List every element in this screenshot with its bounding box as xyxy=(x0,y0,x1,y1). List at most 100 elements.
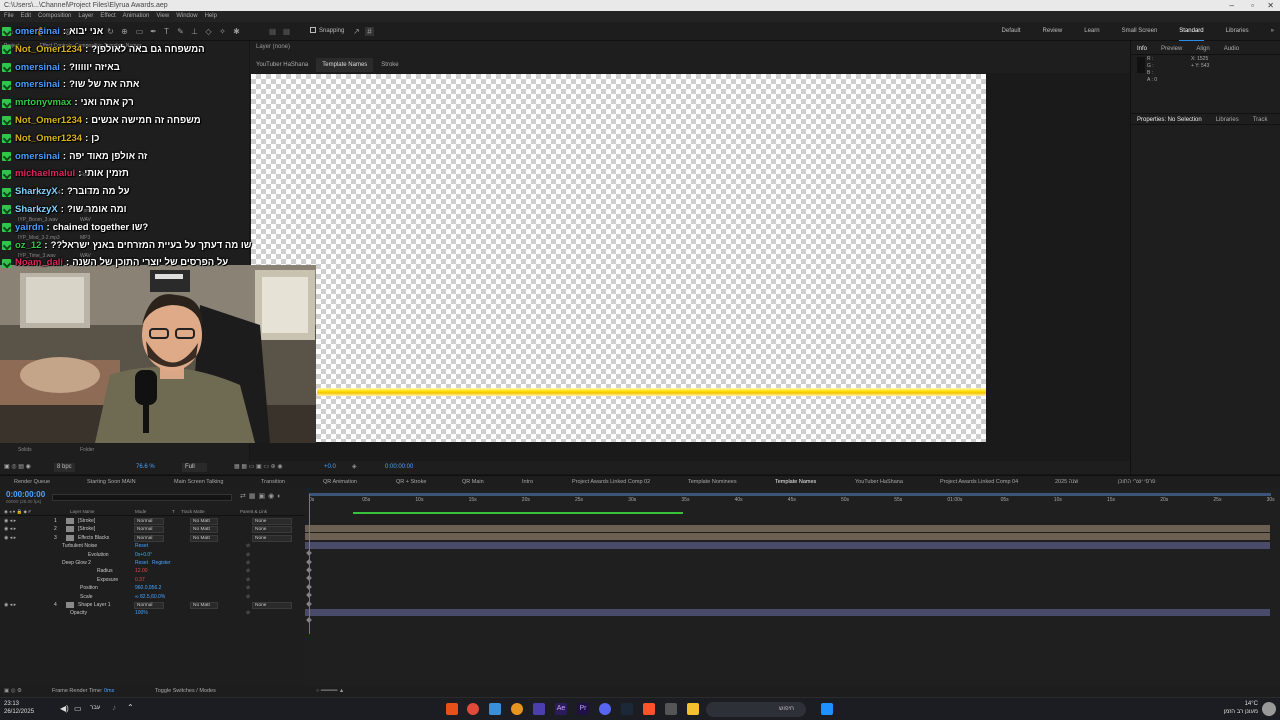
playhead[interactable] xyxy=(309,494,310,634)
pick-whip-icon[interactable]: ⊘ xyxy=(246,593,250,601)
pick-whip-icon[interactable]: ⊘ xyxy=(246,542,250,550)
workspace-small-screen[interactable]: Small Screen xyxy=(1122,22,1158,41)
col-track-matte[interactable]: Track Matte xyxy=(181,508,205,516)
comp-tab-stroke[interactable]: Stroke xyxy=(375,58,404,72)
pick-whip-icon[interactable]: ⊘ xyxy=(246,559,250,567)
property-value[interactable]: Reset xyxy=(135,559,148,567)
col-mode[interactable]: Mode xyxy=(135,508,146,516)
tab-tracker[interactable]: Track xyxy=(1253,114,1268,124)
track-matte-select[interactable]: No Matt xyxy=(190,602,218,609)
language-indicator[interactable]: עבר xyxy=(90,705,100,711)
app-icon-1[interactable] xyxy=(446,703,458,715)
blend-mode-select[interactable]: Normal xyxy=(134,534,164,542)
layer-duration-bar[interactable] xyxy=(305,541,1270,549)
tab-preview[interactable]: Preview xyxy=(1161,43,1182,54)
layer-duration-bar[interactable] xyxy=(305,609,1270,616)
property-value[interactable]: ∞ 82.5,60.0% xyxy=(135,593,165,601)
property-value[interactable]: 12.00 xyxy=(135,567,148,575)
layer-name[interactable]: Effects Blacks xyxy=(78,534,109,542)
pick-whip-icon[interactable]: ⊘ xyxy=(246,609,250,617)
tab-libraries[interactable]: Libraries xyxy=(1216,114,1239,124)
mic-icon[interactable]: ♪ xyxy=(112,703,116,712)
tab-audio[interactable]: Audio xyxy=(1224,43,1239,54)
menu-file[interactable]: File xyxy=(4,11,14,22)
layer-row[interactable]: ◉ ◂ ▸ 4 Shape Layer 1 Normal No Matt None xyxy=(0,601,305,609)
track-matte-select[interactable]: No Matt xyxy=(190,518,218,525)
layer-duration-bar[interactable] xyxy=(305,525,1270,532)
property-value[interactable]: 100% xyxy=(135,609,148,617)
resolution-select[interactable]: Full xyxy=(182,463,207,472)
comp-tab-youtuber-hashana[interactable]: YouTuber HaShana xyxy=(250,58,314,72)
property-link[interactable]: Register xyxy=(152,559,171,567)
tab-properties[interactable]: Properties: No Selection xyxy=(1137,114,1202,124)
col-t[interactable]: T xyxy=(172,508,175,516)
viewer-timecode[interactable]: 0:00:00:00 xyxy=(385,461,413,474)
weather-widget[interactable]: 14°C מעונן רב הזמן xyxy=(1224,700,1258,716)
parent-select[interactable]: None xyxy=(252,518,292,525)
menu-edit[interactable]: Edit xyxy=(21,11,31,22)
blend-mode-select[interactable]: Normal xyxy=(134,602,164,609)
pick-whip-icon[interactable]: ⊘ xyxy=(246,576,250,584)
parent-select[interactable]: None xyxy=(252,534,292,542)
app-icon-after-effects[interactable]: Ae xyxy=(555,703,567,715)
col-layer-name[interactable]: Layer Name xyxy=(70,508,95,516)
workspace-default[interactable]: Default xyxy=(1002,22,1021,41)
blend-mode-select[interactable]: Normal xyxy=(134,518,164,525)
blend-mode-select[interactable]: Normal xyxy=(134,526,164,534)
layer-duration-bar[interactable] xyxy=(305,533,1270,541)
layer-switch-icons[interactable]: ◉ ◂ ▸ xyxy=(4,534,16,542)
workspace-review[interactable]: Review xyxy=(1043,22,1063,41)
layer-switch-icons[interactable]: ◉ ◂ ▸ xyxy=(4,525,16,533)
app-icon-notes[interactable] xyxy=(489,703,501,715)
pick-whip-icon[interactable]: ⊘ xyxy=(246,551,250,559)
maximize-icon[interactable]: ▫ xyxy=(1251,0,1254,11)
layer-row[interactable]: ◉ ◂ ▸ 3 Effects Blacks Normal No Matt None xyxy=(0,534,305,542)
app-icon-steam[interactable] xyxy=(621,703,633,715)
col-parent[interactable]: Parent & Link xyxy=(240,508,267,516)
toggle-switches-modes-button[interactable]: Toggle Switches / Modes xyxy=(155,686,216,697)
composition-viewer[interactable] xyxy=(250,73,1130,461)
bpc-button[interactable]: 8 bpc xyxy=(54,463,75,472)
menu-help[interactable]: Help xyxy=(205,11,217,22)
property-value[interactable]: Reset xyxy=(135,542,148,550)
property-row[interactable]: Position 960.0,956.2 ⊘ xyxy=(0,584,305,592)
property-row[interactable]: Deep Glow 2 Reset Register ⊘ xyxy=(0,559,305,567)
property-row[interactable]: Scale ∞ 82.5,60.0% ⊘ xyxy=(0,593,305,601)
zoom-level[interactable]: 76.6 % xyxy=(136,461,155,474)
menu-view[interactable]: View xyxy=(156,11,169,22)
layer-switch-icons[interactable]: ◉ ◂ ▸ xyxy=(4,601,16,609)
snap-options-icon[interactable]: ↗ xyxy=(352,27,361,36)
app-icon-brave[interactable] xyxy=(643,703,655,715)
taskbar-search-box[interactable]: חיפוש xyxy=(706,702,806,717)
close-icon[interactable]: ✕ xyxy=(1267,0,1274,11)
parent-select[interactable]: None xyxy=(252,526,292,534)
workspace-learn[interactable]: Learn xyxy=(1084,22,1099,41)
property-row[interactable]: Radius 12.00 ⊘ xyxy=(0,567,305,575)
property-row[interactable]: Turbulent Noise Reset ⊘ xyxy=(0,542,305,550)
layer-switch-icons[interactable]: ◉ ◂ ▸ xyxy=(4,517,16,525)
camera-icon[interactable]: ◈ xyxy=(352,461,357,474)
transparency-canvas[interactable] xyxy=(251,74,986,442)
pick-whip-icon[interactable]: ⊘ xyxy=(246,584,250,592)
snapping-checkbox[interactable] xyxy=(310,27,316,33)
tab-info[interactable]: Info xyxy=(1137,43,1147,54)
property-row[interactable]: Opacity 100% ⊘ xyxy=(0,609,305,617)
start-button-icon[interactable] xyxy=(821,703,833,715)
taskbar-clock[interactable]: 23:13 26/12/2025 xyxy=(4,700,34,716)
menu-layer[interactable]: Layer xyxy=(78,11,93,22)
property-row[interactable]: Evolution 0x+0.0° ⊘ xyxy=(0,551,305,559)
display-icon[interactable]: ▭ xyxy=(74,704,82,713)
timeline-track-area[interactable]: 0s 05s 10s 15s 20s 25s 30s 35s 40s 45s 50s 55s 01:00… xyxy=(305,488,1280,698)
track-matte-select[interactable]: No Matt xyxy=(190,526,218,534)
app-icon-firefox[interactable] xyxy=(511,703,523,715)
align-icon[interactable]: ▦ xyxy=(268,27,277,36)
property-value[interactable]: 960.0,956.2 xyxy=(135,584,161,592)
zoom-slider[interactable]: ○ ━━━━━ ▲ xyxy=(316,686,344,697)
layer-name[interactable]: Shape Layer 1 xyxy=(78,601,111,609)
layer-row[interactable]: ◉ ◂ ▸ 1 [Stroke] Normal No Matt None xyxy=(0,517,305,525)
workspace-menu-icon[interactable]: » xyxy=(1271,22,1274,41)
app-icon-photoshop[interactable] xyxy=(533,703,545,715)
track-matte-select[interactable]: No Matt xyxy=(190,534,218,542)
status-icons[interactable]: ▣ ◎ ⚙ xyxy=(4,686,22,697)
minimize-icon[interactable]: – xyxy=(1230,0,1234,11)
